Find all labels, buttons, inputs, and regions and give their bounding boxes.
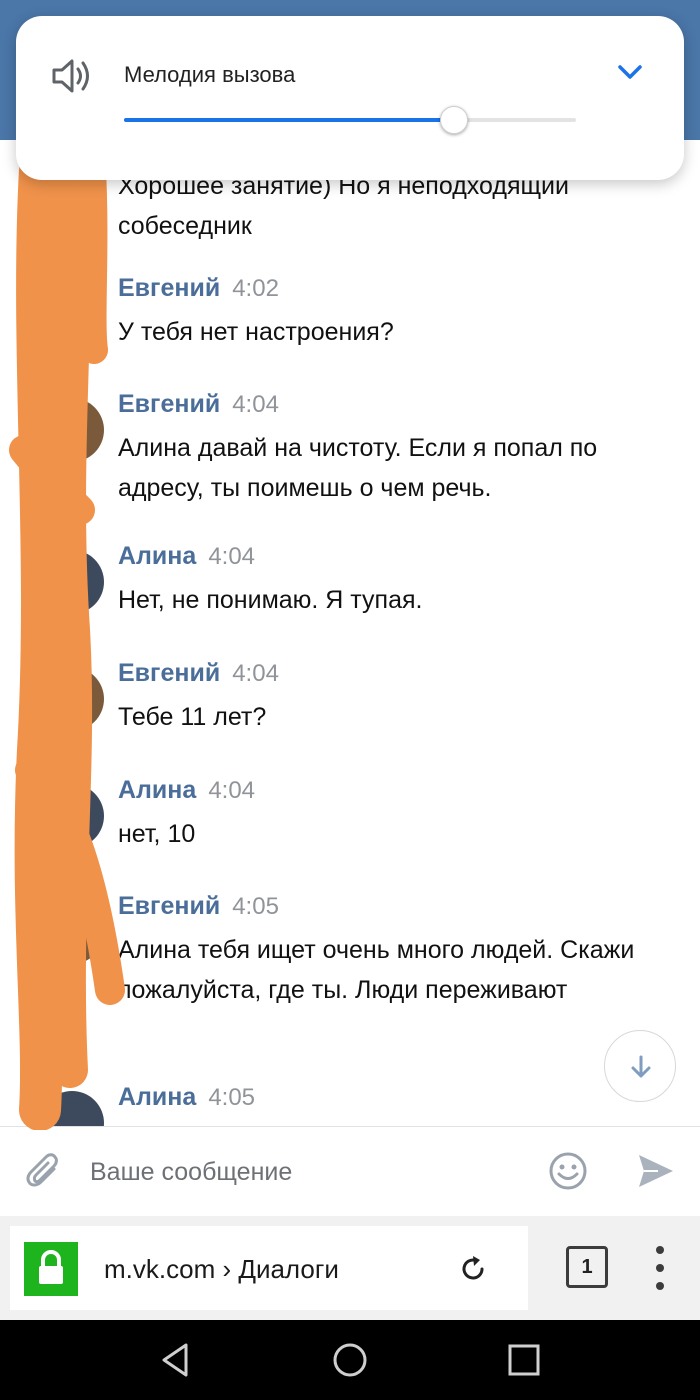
volume-slider-fill [124, 118, 454, 122]
address-bar-edge [506, 1226, 528, 1310]
avatar[interactable] [40, 784, 104, 848]
avatar[interactable] [40, 900, 104, 964]
scroll-down-button[interactable] [604, 1030, 676, 1102]
message-time: 4:04 [232, 391, 279, 418]
home-icon[interactable] [330, 1340, 370, 1380]
chevron-down-icon[interactable] [616, 62, 644, 82]
smile-icon[interactable] [548, 1151, 588, 1191]
message-header: Алина 4:04 [118, 542, 255, 574]
message-header: Алина 4:04 [118, 776, 255, 808]
reload-icon[interactable] [458, 1254, 488, 1284]
arrow-down-icon [631, 1055, 651, 1078]
avatar[interactable] [40, 550, 104, 614]
message-text: Тебе 11 лет? [118, 703, 267, 731]
message-author[interactable]: Алина [118, 1083, 196, 1111]
avatar[interactable] [40, 667, 104, 731]
message-composer [0, 1126, 700, 1216]
message-header: Алина 4:05 [118, 1083, 255, 1115]
message-time: 4:05 [232, 893, 279, 920]
message-time: 4:04 [232, 660, 279, 687]
recents-icon[interactable] [504, 1340, 544, 1380]
avatar[interactable] [40, 1091, 104, 1126]
message-header: Евгений 4:04 [118, 659, 279, 691]
message-list[interactable]: Хорошее занятие) Но я неподходящий собес… [0, 140, 700, 1126]
avatar[interactable] [40, 398, 104, 462]
navigation-bar [0, 1320, 700, 1400]
send-icon[interactable] [636, 1151, 676, 1191]
message-author[interactable]: Алина [118, 776, 196, 804]
message-author[interactable]: Евгений [118, 390, 220, 418]
message-text: Нет, не понимаю. Я тупая. [118, 586, 423, 614]
volume-slider-thumb[interactable] [439, 106, 468, 134]
message-time: 4:04 [208, 777, 256, 804]
address-bar[interactable]: m.vk.com › Диалоги [10, 1226, 528, 1310]
message-text: У тебя нет настроения? [118, 318, 394, 346]
lock-icon[interactable] [24, 1242, 78, 1296]
tab-switcher-button[interactable]: 1 [566, 1246, 608, 1288]
message-text: Алина давай на чистоту. Если я попал по … [118, 434, 598, 502]
paperclip-icon[interactable] [24, 1151, 64, 1193]
message-author[interactable]: Евгений [118, 892, 220, 920]
more-vertical-icon[interactable] [650, 1244, 670, 1292]
volume-slider[interactable] [124, 106, 576, 134]
message-author[interactable]: Евгений [118, 274, 220, 302]
back-icon[interactable] [156, 1340, 196, 1380]
message-time: 4:04 [208, 543, 256, 570]
message-text: нет, 10 [118, 820, 196, 848]
url-text[interactable]: m.vk.com › Диалоги [104, 1254, 339, 1285]
volume-label: Мелодия вызова [124, 62, 296, 87]
message-author[interactable]: Евгений [118, 659, 220, 687]
message-header: Евгений 4:04 [118, 390, 279, 422]
message-time: 4:02 [232, 275, 279, 302]
browser-toolbar: m.vk.com › Диалоги 1 [0, 1216, 700, 1320]
message-header: Евгений 4:02 [118, 274, 279, 306]
volume-popup: Мелодия вызова [16, 16, 684, 180]
message-author[interactable]: Алина [118, 542, 196, 570]
message-input[interactable] [90, 1147, 520, 1197]
message-text: Алина тебя ищет очень много людей. Скажи… [118, 936, 635, 1004]
speaker-icon[interactable] [50, 56, 94, 96]
message-header: Евгений 4:05 [118, 892, 279, 924]
message-time: 4:05 [208, 1084, 256, 1111]
